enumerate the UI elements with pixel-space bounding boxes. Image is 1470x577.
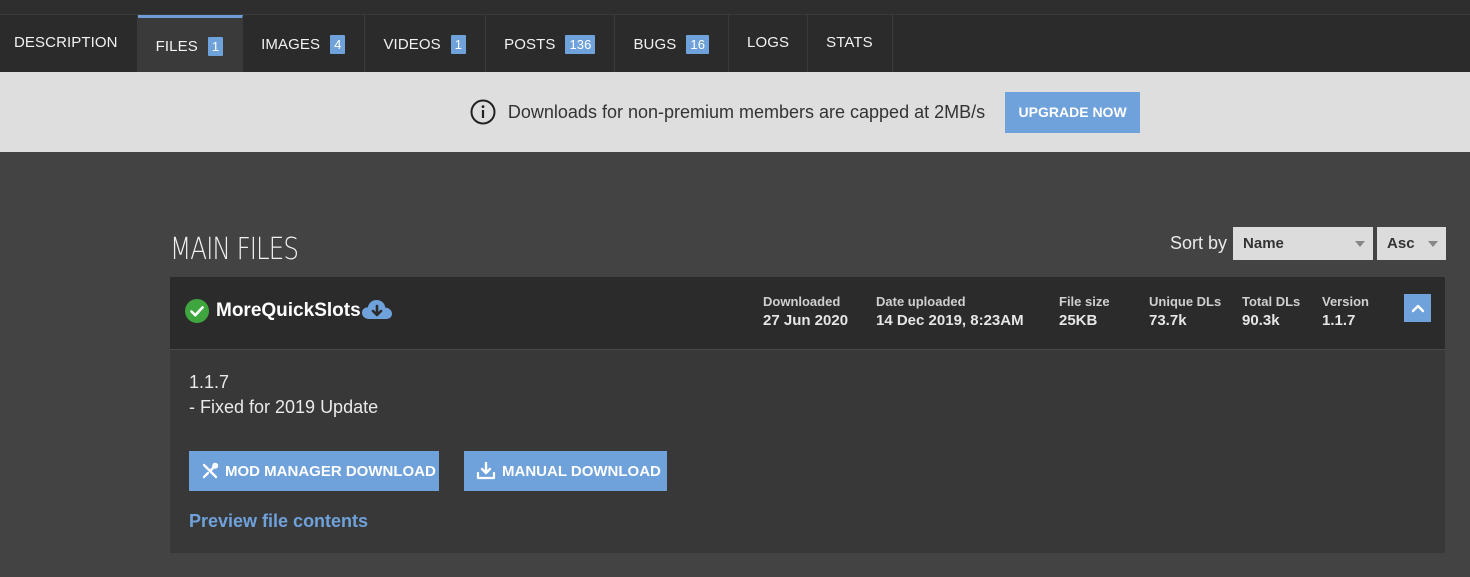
tab-bugs[interactable]: BUGS 16	[615, 15, 730, 72]
tab-files[interactable]: FILES 1	[137, 15, 244, 72]
tab-images-label: IMAGES	[261, 36, 321, 53]
meta-file-size-value: 25KB	[1059, 312, 1098, 329]
sort-order-select[interactable]: Asc	[1377, 227, 1447, 260]
meta-file-size-label: File size	[1059, 294, 1110, 309]
mod-manager-download-button[interactable]: MOD MANAGER DOWNLOAD	[189, 451, 439, 491]
meta-version-value: 1.1.7	[1322, 312, 1356, 329]
sort-controls: Sort by Name Asc	[1170, 227, 1447, 260]
meta-total-dls: Total DLs 90.3k	[1242, 294, 1300, 330]
tab-logs[interactable]: LOGS	[729, 15, 809, 72]
section-title: MAIN FILES	[170, 232, 299, 267]
tab-files-label: FILES	[155, 37, 198, 55]
meta-downloaded-value: 27 Jun 2020	[763, 312, 849, 329]
meta-downloaded: Downloaded 27 Jun 2020	[763, 294, 848, 330]
meta-version: Version 1.1.7	[1322, 294, 1369, 330]
tab-videos-label: VIDEOS	[383, 36, 441, 53]
download-cap-banner: Downloads for non-premium members are ca…	[0, 72, 1470, 152]
manual-download-button[interactable]: MANUAL DOWNLOAD	[464, 451, 667, 491]
wrench-cross-icon	[202, 462, 219, 479]
mod-tabs: DESCRIPTION FILES 1 IMAGES 4 VIDEOS 1 PO…	[0, 15, 1470, 72]
banner-content: Downloads for non-premium members are ca…	[470, 91, 1141, 133]
tab-logs-label: LOGS	[747, 34, 790, 51]
sort-by-label: Sort by	[1170, 233, 1228, 253]
sort-order-value: Asc	[1387, 235, 1415, 252]
changelog-note: - Fixed for 2019 Update	[189, 397, 379, 417]
preview-file-contents-link[interactable]: Preview file contents	[189, 511, 368, 532]
sort-field-value: Name	[1243, 235, 1284, 252]
tab-description[interactable]: DESCRIPTION	[0, 15, 138, 72]
tab-bugs-label: BUGS	[633, 36, 677, 53]
download-icon	[476, 462, 496, 480]
meta-unique-dls-label: Unique DLs	[1149, 294, 1222, 309]
tab-stats-label: STATS	[826, 34, 873, 51]
cloud-download-icon[interactable]	[361, 297, 393, 323]
collapse-button[interactable]	[1404, 294, 1431, 322]
meta-date-uploaded-value: 14 Dec 2019, 8:23AM	[876, 312, 1024, 329]
meta-downloaded-label: Downloaded	[763, 294, 841, 309]
tab-posts-label: POSTS	[504, 36, 556, 53]
tab-posts-count-badge: 136	[565, 35, 596, 54]
sort-field-select[interactable]: Name	[1233, 227, 1374, 260]
chevron-down-icon	[1428, 241, 1439, 247]
tab-videos[interactable]: VIDEOS 1	[365, 15, 487, 72]
meta-unique-dls: Unique DLs 73.7k	[1149, 294, 1221, 330]
meta-version-label: Version	[1322, 294, 1369, 309]
meta-date-uploaded: Date uploaded 14 Dec 2019, 8:23AM	[876, 294, 1024, 330]
file-header: MoreQuickSlots Downloaded 27 Jun 2020 Da…	[170, 277, 1445, 350]
file-card: MoreQuickSlots Downloaded 27 Jun 2020 Da…	[170, 277, 1445, 553]
tab-posts[interactable]: POSTS 136	[486, 15, 616, 72]
chevron-up-icon	[1411, 304, 1424, 313]
tab-videos-count-badge: 1	[450, 35, 467, 54]
tab-bugs-count-badge: 16	[686, 35, 710, 54]
tab-images-count-badge: 4	[330, 35, 346, 54]
info-icon	[470, 99, 496, 125]
check-circle-icon	[185, 299, 209, 323]
meta-total-dls-value: 90.3k	[1242, 312, 1280, 329]
banner-message: Downloads for non-premium members are ca…	[507, 101, 986, 122]
tab-files-count-badge: 1	[207, 36, 224, 56]
upgrade-now-button[interactable]: UPGRADE NOW	[1005, 91, 1141, 133]
top-strip	[0, 0, 1470, 15]
meta-total-dls-label: Total DLs	[1242, 294, 1301, 309]
mod-manager-download-label: MOD MANAGER DOWNLOAD	[225, 462, 436, 480]
meta-date-uploaded-label: Date uploaded	[876, 294, 966, 309]
chevron-down-icon	[1355, 241, 1366, 247]
meta-file-size: File size 25KB	[1059, 294, 1110, 330]
manual-download-label: MANUAL DOWNLOAD	[502, 462, 661, 480]
changelog: 1.1.7 - Fixed for 2019 Update	[189, 370, 378, 420]
changelog-version: 1.1.7	[189, 372, 230, 392]
tab-images[interactable]: IMAGES 4	[243, 15, 366, 72]
tab-stats[interactable]: STATS	[808, 15, 893, 72]
meta-unique-dls-value: 73.7k	[1149, 312, 1187, 329]
file-name: MoreQuickSlots	[216, 300, 361, 321]
tab-description-label: DESCRIPTION	[14, 34, 118, 51]
